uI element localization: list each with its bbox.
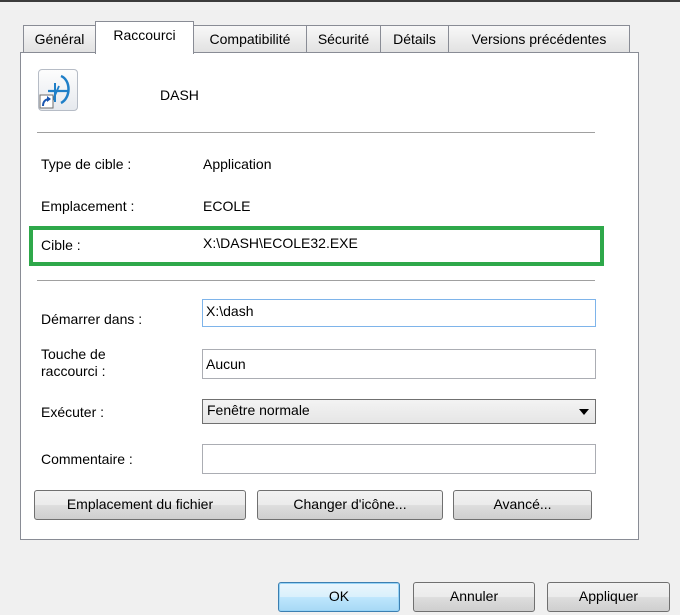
tab-previous-versions[interactable]: Versions précédentes <box>448 25 630 52</box>
change-icon-button[interactable]: Changer d'icône... <box>257 490 443 520</box>
application-icon <box>38 69 78 111</box>
tab-compatibility[interactable]: Compatibilité <box>193 25 307 52</box>
start-in-field[interactable]: X:\dash <box>202 299 596 327</box>
apply-button[interactable]: Appliquer <box>547 582 670 612</box>
shortcut-key-field[interactable]: Aucun <box>202 349 596 379</box>
target-type-value: Application <box>203 156 272 172</box>
cancel-button[interactable]: Annuler <box>413 582 535 612</box>
tab-shortcut[interactable]: Raccourci <box>95 21 194 54</box>
comment-field[interactable] <box>202 444 596 474</box>
advanced-button[interactable]: Avancé... <box>453 490 592 520</box>
run-label: Exécuter : <box>41 404 105 420</box>
tab-details[interactable]: Détails <box>380 25 449 52</box>
ok-button[interactable]: OK <box>278 582 400 612</box>
location-value: ECOLE <box>203 198 251 214</box>
run-select-value: Fenêtre normale <box>207 402 310 418</box>
shortcut-key-label: Touche de raccourci : <box>41 346 106 379</box>
separator <box>37 280 595 281</box>
comment-label: Commentaire : <box>41 451 133 467</box>
tab-general[interactable]: Général <box>23 25 96 52</box>
open-file-location-button[interactable]: Emplacement du fichier <box>34 490 246 520</box>
run-select[interactable]: Fenêtre normale <box>202 399 596 424</box>
target-type-label: Type de cible : <box>41 156 132 172</box>
separator <box>37 132 595 133</box>
window-top-border <box>0 0 680 2</box>
shortcut-tab-panel: DASH Type de cible : Application Emplace… <box>20 52 639 540</box>
start-in-label: Démarrer dans : <box>41 311 143 327</box>
target-label: Cible : <box>41 237 81 253</box>
chevron-down-icon[interactable] <box>579 409 589 415</box>
location-label: Emplacement : <box>41 198 135 214</box>
shortcut-name: DASH <box>160 87 199 103</box>
tab-security[interactable]: Sécurité <box>306 25 381 52</box>
target-field[interactable]: X:\DASH\ECOLE32.EXE <box>203 235 358 251</box>
dash-app-icon <box>39 74 70 109</box>
